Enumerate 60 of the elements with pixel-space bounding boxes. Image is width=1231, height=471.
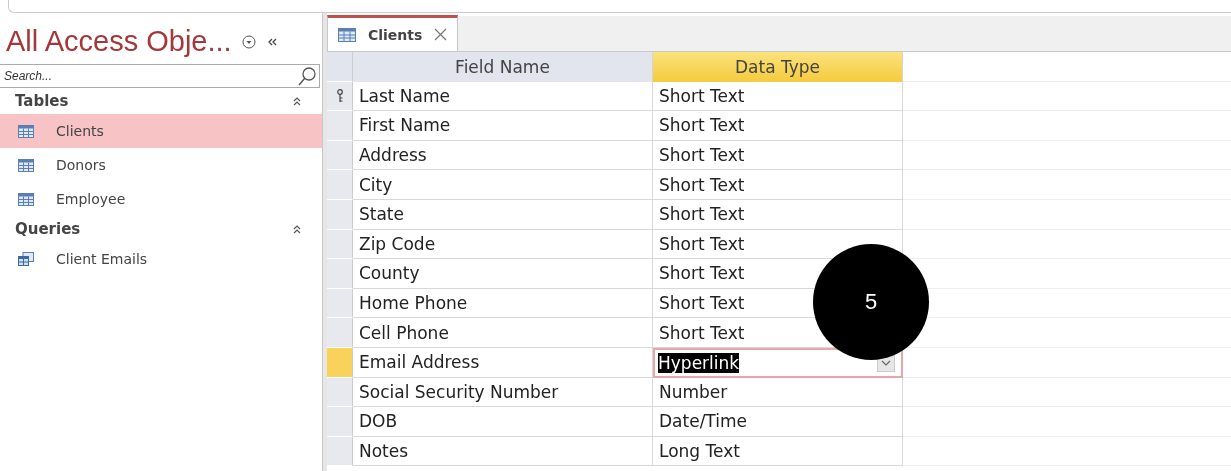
data-type-cell[interactable]: Short Text (659, 115, 745, 136)
field-name-cell[interactable]: State (353, 199, 653, 230)
data-type-cell[interactable]: Short Text (659, 145, 745, 166)
data-type-cell[interactable]: Long Text (659, 441, 740, 461)
row-selector[interactable] (327, 199, 353, 230)
query-icon (18, 252, 34, 266)
data-type-cell[interactable]: Short Text (659, 174, 745, 195)
data-type-cell[interactable]: Date/Time (659, 411, 747, 432)
select-all-corner[interactable] (327, 52, 353, 82)
field-name-cell[interactable]: First Name (353, 111, 653, 141)
row-selector[interactable] (327, 111, 353, 141)
row-selector[interactable] (327, 229, 353, 260)
nav-item[interactable]: Clients (0, 114, 322, 148)
nav-item[interactable]: Client Emails (0, 242, 322, 276)
field-name-cell[interactable]: Home Phone (353, 288, 653, 319)
group-header[interactable]: Queries (0, 216, 322, 242)
row-selector[interactable] (327, 170, 353, 200)
column-header[interactable]: Field Name (353, 52, 653, 82)
row-selector[interactable] (327, 140, 353, 171)
key-icon (336, 88, 343, 103)
data-type-cell[interactable]: Short Text (659, 233, 745, 254)
field-name-cell[interactable]: Social Security Number (353, 377, 653, 408)
group-header[interactable]: Tables (0, 88, 322, 114)
table-icon (18, 124, 34, 138)
field-name-cell[interactable]: DOB (353, 407, 653, 437)
field-name-cell[interactable]: Zip Code (353, 229, 653, 260)
table-icon (338, 27, 356, 42)
nav-item[interactable]: Employee (0, 182, 322, 216)
row-selector[interactable] (327, 377, 353, 408)
field-name-cell[interactable]: Email Address (353, 347, 653, 378)
step-badge: 5 (813, 244, 929, 360)
row-selector[interactable] (327, 407, 353, 437)
field-name-cell[interactable]: City (353, 170, 653, 200)
dropdown-icon[interactable] (241, 34, 256, 49)
table-icon (18, 158, 34, 172)
document-tab[interactable]: Clients (327, 15, 459, 51)
column-header[interactable]: Data Type (653, 52, 903, 82)
row-selector[interactable] (327, 288, 353, 319)
field-name-cell[interactable]: County (353, 259, 653, 289)
field-name-cell[interactable]: Cell Phone (353, 318, 653, 348)
close-icon[interactable] (434, 28, 448, 41)
data-type-cell[interactable]: Short Text (659, 293, 745, 314)
row-selector[interactable] (327, 318, 353, 348)
row-selector[interactable] (327, 436, 353, 467)
data-type-cell[interactable]: Short Text (659, 263, 745, 284)
field-name-cell[interactable]: Notes (353, 436, 653, 467)
row-selector[interactable] (327, 347, 353, 378)
data-type-cell[interactable]: Number (659, 381, 728, 402)
row-selector[interactable] (327, 81, 353, 112)
data-type-cell[interactable]: Short Text (659, 322, 745, 343)
field-name-cell[interactable]: Last Name (353, 81, 653, 112)
data-type-cell[interactable]: Short Text (659, 204, 745, 225)
pane-title: All Access Obje... (6, 25, 232, 58)
nav-item[interactable]: Donors (0, 148, 322, 182)
row-selector[interactable] (327, 259, 353, 289)
search-field[interactable]: Search... (0, 64, 320, 88)
field-name-cell[interactable]: Address (353, 140, 653, 171)
table-icon (18, 192, 34, 206)
search-icon[interactable] (296, 65, 318, 87)
data-type-cell[interactable]: Short Text (659, 85, 745, 106)
